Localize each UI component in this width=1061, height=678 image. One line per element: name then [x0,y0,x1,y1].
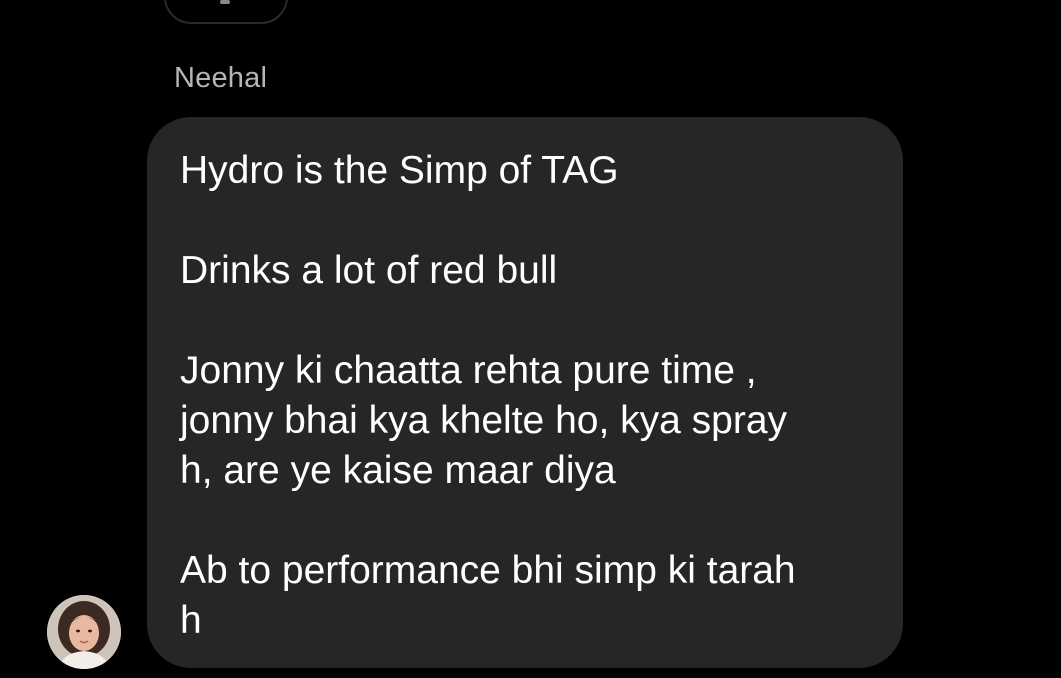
chat-screen: Neehal Hydro is the Simp of TAG Drinks a… [0,0,1061,678]
previous-message-reaction-pill[interactable] [164,0,288,24]
reaction-icon [220,0,230,4]
sender-avatar[interactable] [47,595,121,669]
message-line: Ab to performance bhi simp ki tarah [180,549,796,592]
message-line: h [180,599,202,642]
message-line: jonny bhai kya khelte ho, kya spray [180,399,788,442]
message-line: Drinks a lot of red bull [180,249,558,292]
message-line: Hydro is the Simp of TAG [180,149,619,192]
message-line: Jonny ki chaatta rehta pure time , [180,349,757,392]
profile-avatar-icon [47,595,121,669]
message-line: h, are ye kaise maar diya [180,449,616,492]
sender-name: Neehal [174,62,268,94]
message-bubble[interactable]: Hydro is the Simp of TAG Drinks a lot of… [147,117,903,668]
